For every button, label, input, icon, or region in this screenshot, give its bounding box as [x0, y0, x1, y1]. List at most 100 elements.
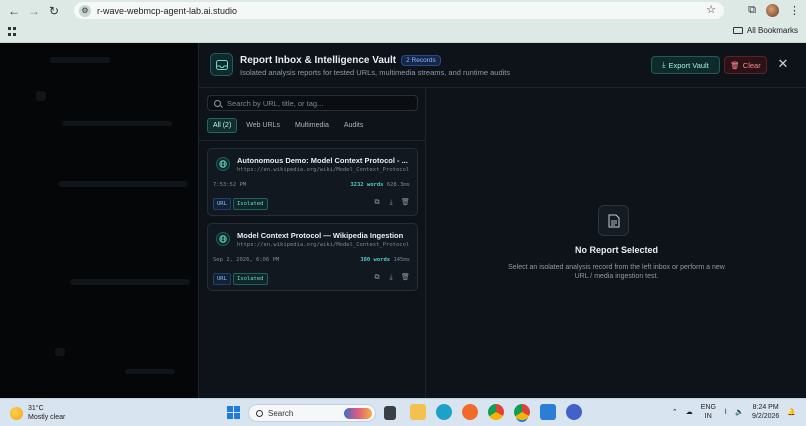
weather-widget[interactable]: 31°C Mostly clear	[10, 404, 65, 422]
all-bookmarks-button[interactable]: All Bookmarks	[732, 26, 798, 35]
copy-icon[interactable]: ⧉	[373, 274, 381, 282]
address-bar[interactable]: ⚙ r-wave-webmcp-agent-lab.ai.studio ☆	[74, 2, 724, 19]
card-timestamp: Sep 2, 2026, 6:06 PM	[213, 257, 280, 263]
divider	[199, 140, 426, 141]
headset-app-icon[interactable]	[566, 404, 582, 420]
system-tray: ⌃ ☁ ENG IN ⌇ 🔈 8:24 PM 9/2/2026 🔔	[672, 403, 796, 421]
clear-button[interactable]: 🗑 Clear	[724, 56, 767, 74]
inbox-vault-icon	[210, 53, 233, 76]
empty-state-title: No Report Selected	[574, 245, 659, 255]
bookmarks-bar: All Bookmarks	[0, 21, 806, 43]
page-title: Report Inbox & Intelligence Vault 2 Recor…	[240, 55, 441, 66]
volume-icon[interactable]: 🔈	[735, 408, 744, 416]
download-icon: ⤓	[662, 60, 666, 69]
chrome-active-icon[interactable]	[514, 404, 530, 420]
browser-toolbar: ← → ↻ ⚙ r-wave-webmcp-agent-lab.ai.studi…	[0, 0, 806, 21]
clear-label: Clear	[742, 60, 761, 70]
report-inbox: All (2) Web URLs Multimedia Audits Auton…	[199, 88, 426, 398]
duration: 628.3ms	[386, 182, 410, 188]
word-count: 3232 words	[350, 182, 384, 188]
language-indicator[interactable]: ENG IN	[701, 403, 716, 421]
card-stats: 380 words 145ms	[360, 257, 410, 263]
taskbar-search-label: Search	[268, 408, 294, 418]
tab-web-urls[interactable]: Web URLs	[240, 118, 286, 133]
search-input[interactable]	[227, 98, 417, 108]
all-bookmarks-label: All Bookmarks	[746, 26, 798, 35]
close-icon[interactable]: ✕	[776, 57, 790, 71]
report-card[interactable]: Model Context Protocol — Wikipedia Inges…	[207, 223, 418, 291]
report-card[interactable]: Autonomous Demo: Model Context Protocol …	[207, 148, 418, 216]
folder-icon	[732, 27, 743, 34]
trash-icon[interactable]: 🗑	[401, 199, 410, 207]
panel-title-text: Report Inbox & Intelligence Vault	[240, 55, 397, 66]
weather-sun-icon	[10, 406, 23, 420]
tab-all[interactable]: All (2)	[207, 118, 238, 133]
kebab-menu-icon[interactable]: ⋮	[789, 4, 800, 17]
tab-audits[interactable]: Audits	[338, 118, 369, 133]
forward-arrow-icon[interactable]: →	[24, 0, 44, 21]
temperature: 31°C	[28, 405, 44, 412]
site-info-icon[interactable]: ⚙	[79, 4, 91, 17]
search-icon	[214, 99, 221, 107]
panel-header: Report Inbox & Intelligence Vault 2 Recor…	[199, 43, 806, 88]
export-vault-button[interactable]: ⤓ Export Vault	[651, 56, 720, 74]
search-box[interactable]	[207, 95, 418, 111]
task-view-icon[interactable]	[384, 406, 396, 420]
card-timestamp: 7:53:52 PM	[213, 182, 247, 188]
card-stats: 3232 words 628.3ms	[350, 182, 410, 188]
page-viewport: Report Inbox & Intelligence Vault 2 Recor…	[0, 43, 806, 398]
notification-bell-icon[interactable]: 🔔	[787, 408, 796, 416]
duration: 145ms	[393, 257, 410, 263]
card-actions: ⧉ ⤓ 🗑	[373, 274, 410, 282]
document-icon	[598, 205, 629, 236]
clock-time: 8:24 PM	[752, 404, 779, 411]
chevron-up-icon[interactable]: ⌃	[672, 408, 678, 416]
card-title: Model Context Protocol — Wikipedia Inges…	[237, 231, 404, 240]
firefox-icon[interactable]	[462, 404, 478, 420]
empty-state-description: Select an isolated analysis record from …	[508, 264, 725, 280]
globe-icon	[216, 232, 230, 246]
isolated-tag: Isolated	[233, 273, 268, 285]
cloud-icon[interactable]: ☁	[686, 408, 693, 416]
trash-icon: 🗑	[730, 60, 740, 70]
back-arrow-icon[interactable]: ←	[4, 0, 24, 21]
file-explorer-icon[interactable]	[410, 404, 426, 420]
wifi-icon[interactable]: ⌇	[724, 408, 727, 416]
globe-icon	[216, 157, 230, 171]
apps-grid-icon[interactable]	[8, 27, 17, 36]
bookmark-star-icon[interactable]: ☆	[706, 3, 716, 16]
search-highlight-icon	[344, 408, 372, 419]
card-url: https://en.wikipedia.org/wiki/Model_Cont…	[237, 242, 410, 248]
empty-state: No Report Selected Select an isolated an…	[426, 88, 806, 398]
card-url: https://en.wikipedia.org/wiki/Model_Cont…	[237, 167, 410, 173]
download-icon[interactable]: ⤓	[387, 274, 395, 282]
trash-icon[interactable]: 🗑	[401, 274, 410, 282]
clock[interactable]: 8:24 PM 9/2/2026	[752, 403, 779, 421]
avatar[interactable]	[766, 4, 779, 17]
isolated-tag: Isolated	[233, 198, 268, 210]
windows-start-icon[interactable]	[227, 406, 240, 419]
weather-condition: Mostly clear	[28, 414, 66, 421]
filter-tabs: All (2) Web URLs Multimedia Audits	[207, 118, 369, 133]
word-count: 380 words	[360, 257, 391, 263]
taskbar: 31°C Mostly clear Search ⌃ ☁ ENG IN ⌇ 🔈 …	[0, 398, 806, 426]
url-tag: URL	[213, 273, 231, 285]
dimmed-backdrop[interactable]	[0, 43, 198, 398]
report-vault-panel: Report Inbox & Intelligence Vault 2 Recor…	[198, 43, 806, 398]
records-count-badge: 2 Records	[401, 55, 441, 66]
language-code: ENG	[700, 404, 716, 411]
tab-multimedia[interactable]: Multimedia	[289, 118, 335, 133]
export-vault-label: Export Vault	[668, 60, 709, 70]
edge-icon[interactable]	[436, 404, 452, 420]
taskbar-search[interactable]: Search	[248, 404, 376, 422]
reload-icon[interactable]: ↻	[44, 0, 64, 21]
region-code: IN	[704, 413, 712, 420]
chrome-icon[interactable]	[488, 404, 504, 420]
copy-icon[interactable]: ⧉	[373, 199, 381, 207]
download-icon[interactable]: ⤓	[387, 199, 395, 207]
extensions-icon[interactable]: ⧉	[748, 4, 756, 17]
panel-subtitle: Isolated analysis reports for tested URL…	[240, 68, 511, 77]
notepad-icon[interactable]	[540, 404, 556, 420]
search-icon	[256, 409, 263, 417]
url-text: r-wave-webmcp-agent-lab.ai.studio	[97, 5, 238, 16]
